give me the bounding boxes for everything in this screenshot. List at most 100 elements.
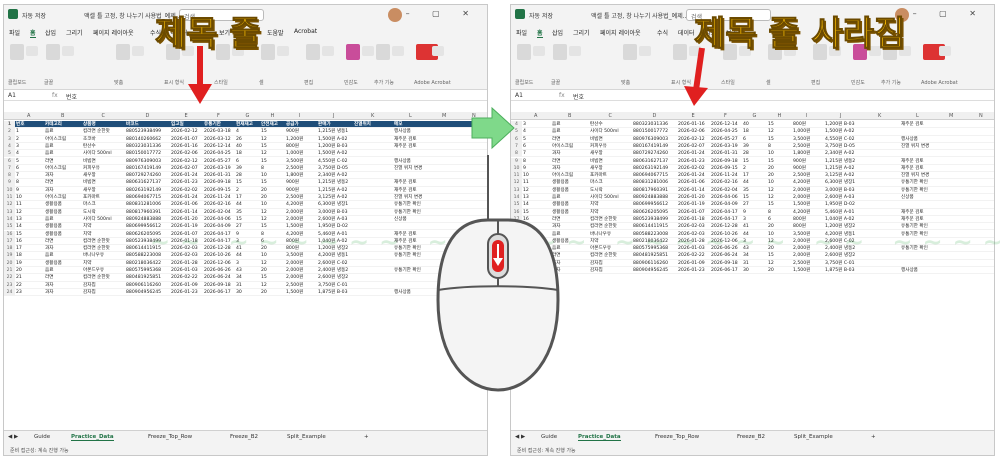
- table-cell[interactable]: 과자: [45, 282, 83, 289]
- window-controls[interactable]: – ▢ ✕: [406, 9, 479, 18]
- table-cell[interactable]: 23: [16, 289, 44, 296]
- menu-item[interactable]: Acrobat: [294, 28, 317, 35]
- table-cell[interactable]: 40: [236, 143, 261, 150]
- table-cell[interactable]: 6: [768, 216, 793, 223]
- table-cell[interactable]: 880729274260: [633, 150, 678, 157]
- table-cell[interactable]: 15: [236, 179, 261, 186]
- table-cell[interactable]: 2026-01-16: [171, 143, 204, 150]
- column-header[interactable]: C: [609, 113, 613, 119]
- table-cell[interactable]: 5: [16, 158, 44, 165]
- column-header[interactable]: N: [979, 113, 983, 119]
- table-cell[interactable]: 10: [261, 172, 286, 179]
- table-cell[interactable]: 10: [768, 179, 793, 186]
- table-cell[interactable]: 2026-01-24: [678, 172, 711, 179]
- table-cell[interactable]: 1,800원: [793, 150, 825, 157]
- table-cell[interactable]: 2,400원 냉동2: [318, 267, 354, 274]
- table-cell[interactable]: 진열 위치 변경: [394, 194, 430, 201]
- table-cell[interactable]: 17: [16, 245, 44, 252]
- table-cell[interactable]: 22: [16, 282, 44, 289]
- column-header[interactable]: A: [534, 113, 537, 119]
- menu-item[interactable]: 도움말: [267, 28, 284, 37]
- sheet-tab[interactable]: Freeze_Top_Row: [655, 434, 699, 440]
- table-row[interactable]: 13 12 생활용품 도시락 880817960391 2026-01-14 2026-02…: [4, 208, 487, 216]
- column-header[interactable]: C: [102, 113, 106, 119]
- menu-item[interactable]: 삽입: [552, 28, 563, 37]
- table-cell[interactable]: 17: [236, 194, 261, 201]
- table-cell[interactable]: 3,750원 D-05: [825, 143, 861, 150]
- table-cell[interactable]: 880523938499: [633, 216, 678, 223]
- sheet-tab[interactable]: Practice_Data: [578, 434, 621, 441]
- ribbon-button[interactable]: [533, 46, 545, 56]
- table-cell[interactable]: 8: [768, 143, 793, 150]
- column-header[interactable]: I: [806, 113, 807, 119]
- menu-item[interactable]: 그리기: [66, 28, 83, 37]
- row-number[interactable]: 18: [4, 245, 15, 253]
- table-cell[interactable]: 20: [16, 267, 44, 274]
- table-cell[interactable]: 2,000원: [286, 216, 318, 223]
- table-cell[interactable]: 800원: [793, 216, 825, 223]
- table-cell[interactable]: 880924883888: [126, 216, 171, 223]
- table-cell[interactable]: 1,500원 A-02: [825, 128, 861, 135]
- table-cell[interactable]: 비빔면: [83, 158, 126, 165]
- table-cell[interactable]: 15: [261, 128, 286, 135]
- table-cell[interactable]: 20: [261, 267, 286, 274]
- column-header[interactable]: F: [724, 113, 727, 119]
- ribbon-button[interactable]: [261, 44, 275, 60]
- table-cell[interactable]: 재주문 검토: [394, 179, 430, 186]
- table-cell[interactable]: 880976309003: [633, 136, 678, 143]
- table-cell[interactable]: 재주문 검토: [901, 121, 937, 128]
- table-cell[interactable]: 2026-02-07: [171, 165, 204, 172]
- table-cell[interactable]: 2026-02-06: [171, 150, 204, 157]
- table-cell[interactable]: 880694067715: [126, 194, 171, 201]
- table-row[interactable]: 2423과자감자칩8809049562452026-01-232026-06-1…: [511, 267, 994, 275]
- table-cell[interactable]: 2026-01-07: [171, 136, 204, 143]
- table-cell[interactable]: 4,200원: [286, 201, 318, 208]
- table-cell[interactable]: 2026-02-12: [171, 158, 204, 165]
- ribbon-button[interactable]: [517, 44, 531, 60]
- table-cell[interactable]: 880976309003: [126, 158, 171, 165]
- table-cell[interactable]: 15: [768, 121, 793, 128]
- table-row[interactable]: 2423과자감자칩8809049562452026-01-232026-06-1…: [4, 288, 487, 297]
- table-cell[interactable]: 21: [16, 274, 44, 281]
- table-cell[interactable]: 880150017772: [633, 128, 678, 135]
- table-cell[interactable]: 880904956245: [126, 289, 171, 296]
- table-row[interactable]: 14 13 음료 사이다 500ml 880924883888 2026-01-20 202…: [4, 215, 487, 224]
- table-row[interactable]: 3 2 아이스크림 초코바 880140260662 2026-01-07 2026-03-…: [4, 135, 487, 143]
- row-number[interactable]: 24: [4, 288, 15, 297]
- menu-item[interactable]: 데이터: [678, 28, 695, 37]
- table-cell[interactable]: 재주문 검토: [901, 216, 937, 223]
- table-cell[interactable]: 880631627137: [126, 179, 171, 186]
- table-cell[interactable]: 2,600원 C-02: [318, 260, 354, 267]
- table-cell[interactable]: 900원: [286, 128, 318, 135]
- table-cell[interactable]: 2026-02-16: [204, 201, 236, 208]
- ribbon-button[interactable]: [376, 44, 390, 60]
- column-header[interactable]: K: [371, 113, 374, 119]
- table-cell[interactable]: 도시락: [83, 209, 126, 216]
- table-row[interactable]: 2221라면컵라면 순한맛8804819258512026-02-222026-…: [4, 274, 487, 282]
- ribbon-button[interactable]: [346, 44, 360, 60]
- table-cell[interactable]: 행사상품: [394, 128, 430, 135]
- table-cell[interactable]: 2026-01-20: [678, 194, 711, 201]
- table-cell[interactable]: 12: [768, 128, 793, 135]
- table-cell[interactable]: 2,340원 A-02: [318, 172, 354, 179]
- sheet-tab[interactable]: Split_Example: [287, 434, 326, 440]
- table-cell[interactable]: 2026-01-28: [171, 260, 204, 267]
- table-cell[interactable]: 880699956612: [633, 201, 678, 208]
- table-cell[interactable]: 탄산수: [590, 121, 633, 128]
- table-cell[interactable]: 2026-05-27: [204, 158, 236, 165]
- row-number[interactable]: 15: [4, 223, 15, 231]
- table-cell[interactable]: 4,550원 C-02: [825, 136, 861, 143]
- column-header[interactable]: J: [333, 113, 334, 119]
- menu-item[interactable]: 삽입: [45, 28, 56, 37]
- table-cell[interactable]: 3,000원 B-03: [825, 187, 861, 194]
- table-row[interactable]: 11 10 아이스크림 포카마트 880694067715 2026-01-24 2026-…: [4, 194, 487, 202]
- table-cell[interactable]: 아이스크림: [45, 165, 83, 172]
- table-cell[interactable]: 880263192149: [633, 165, 678, 172]
- table-cell[interactable]: 1,200원: [286, 136, 318, 143]
- table-cell[interactable]: 1,215원 냉동2: [318, 179, 354, 186]
- table-cell[interactable]: 2026-04-25: [204, 150, 236, 157]
- column-header[interactable]: J: [840, 113, 841, 119]
- sheet-nav-icon[interactable]: ◀ ▶: [8, 434, 18, 440]
- table-cell[interactable]: 2,500원: [793, 172, 825, 179]
- table-cell[interactable]: 2026-03-19: [204, 165, 236, 172]
